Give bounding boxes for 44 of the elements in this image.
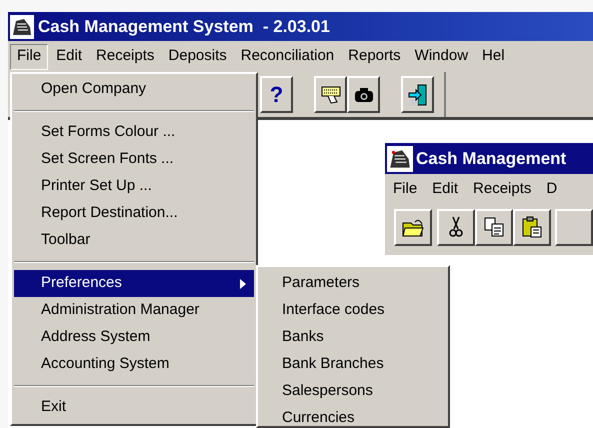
menu-item[interactable]: Bank Branches [260, 351, 446, 378]
menu-item[interactable]: Report Destination... [14, 200, 254, 227]
menu-item[interactable]: Currencies [260, 405, 446, 428]
menu-item[interactable]: Receipts [91, 44, 160, 70]
menu-item[interactable]: Parameters [260, 270, 446, 297]
exit-door-icon [406, 82, 430, 106]
menu-item[interactable]: Administration Manager [14, 297, 254, 324]
menu-item[interactable]: Address System [14, 324, 254, 351]
menu-item[interactable]: Edit [432, 178, 458, 200]
toolbar-button[interactable] [314, 76, 347, 113]
window-title: Cash Management [416, 148, 566, 170]
toolbar-button[interactable] [401, 76, 434, 113]
clipboard-icon [520, 215, 544, 239]
menu-item[interactable]: Reconciliation [236, 44, 340, 70]
menu-item[interactable]: Deposits [163, 44, 232, 70]
menu-item[interactable]: Set Forms Colour ... [14, 119, 254, 146]
toolbar-button[interactable] [555, 208, 593, 246]
menu-item[interactable]: Window [410, 44, 474, 70]
menu-item[interactable]: D [546, 178, 558, 200]
menu-item[interactable]: Exit [14, 394, 254, 421]
menu-item[interactable]: Reports [343, 44, 406, 70]
submenu-arrow-icon [240, 278, 246, 288]
menu-item[interactable]: Accounting System [14, 351, 254, 378]
menu-item[interactable]: Open Company [14, 76, 254, 103]
menu-item[interactable]: File [393, 178, 418, 200]
menu-item[interactable]: Edit [51, 44, 88, 70]
menu-item[interactable]: Set Screen Fonts ... [14, 146, 254, 173]
toolbar-button[interactable] [512, 208, 550, 246]
menu-item[interactable]: Toolbar [14, 227, 254, 254]
toolbar-button[interactable] [394, 208, 432, 246]
menu-item[interactable]: Banks [260, 324, 446, 351]
toolbar-button[interactable] [347, 76, 380, 113]
toolbar-button[interactable] [474, 208, 512, 246]
toolbar-button[interactable] [436, 208, 474, 246]
menu-item[interactable]: Preferences [14, 270, 254, 297]
window-title: Cash Management System - 2.03.01 [38, 16, 330, 38]
menu-item[interactable]: Printer Set Up ... [14, 173, 254, 200]
menu-item[interactable]: File [10, 44, 48, 70]
menu-item[interactable]: Salespersons [260, 378, 446, 405]
toolbar-button[interactable]: ? [260, 76, 293, 113]
menu-item[interactable]: Hel [477, 44, 510, 70]
copy-icon [482, 215, 506, 239]
menu-item[interactable]: Interface codes [260, 297, 446, 324]
menu-item[interactable]: Receipts [473, 178, 532, 200]
